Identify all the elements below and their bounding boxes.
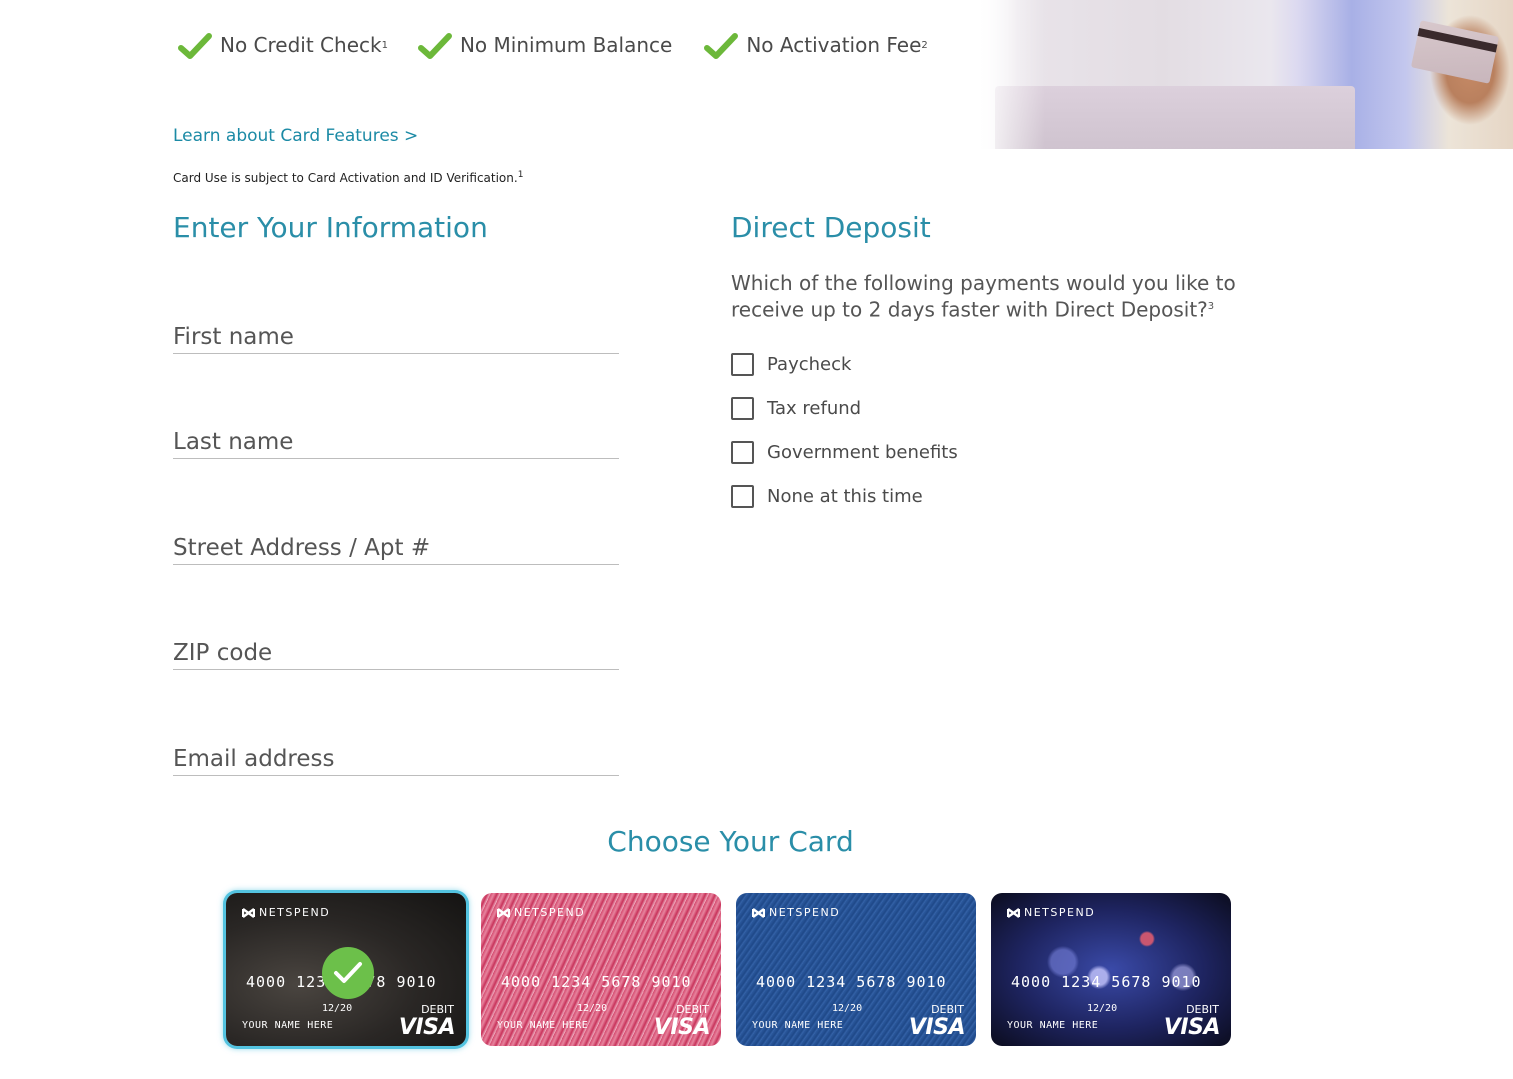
direct-deposit-options: Paycheck Tax refund Government benefits … [731,342,958,518]
first-name-field [173,320,619,354]
street-address-input[interactable] [173,531,619,564]
netspend-logo: NETSPEND [242,906,330,919]
laptop-graphic [995,86,1355,149]
card-number: 4000 1234 5678 9010 [756,973,947,991]
visa-logo: VISA [398,1015,456,1040]
checkbox-label: Tax refund [767,397,862,419]
check-icon [178,33,212,59]
card-number: 4000 1234 5678 9010 [501,973,692,991]
street-address-field [173,531,619,565]
card-expiry: 12/20 [577,1003,608,1014]
netspend-logo: NETSPEND [752,906,840,919]
visa-logo: VISA [1163,1015,1221,1040]
footnote-marker: 2 [921,39,928,51]
netspend-logo-icon [242,907,255,918]
checkbox-paycheck[interactable]: Paycheck [731,342,958,386]
feature-label: No Activation Fee [746,33,922,57]
feature-item: No Minimum Balance [417,30,673,60]
check-icon [704,33,739,59]
checkbox[interactable] [731,440,754,464]
card-holder-name: YOUR NAME HERE [242,1020,334,1031]
last-name-input[interactable] [173,425,619,458]
last-name-field [173,425,619,459]
feature-list: No Credit Check 1 No Minimum Balance No A… [178,30,958,60]
netspend-logo: NETSPEND [1007,906,1095,919]
hero-image [975,0,1513,149]
choose-card-heading: Choose Your Card [607,825,854,858]
learn-card-features-link[interactable]: Learn about Card Features > [173,126,418,146]
check-icon [417,33,452,59]
activation-disclaimer: Card Use is subject to Card Activation a… [173,170,524,185]
checkbox-none[interactable]: None at this time [731,474,958,518]
email-field [173,742,619,776]
feature-label: No Minimum Balance [459,33,673,57]
visa-logo: VISA [653,1015,711,1040]
netspend-logo: NETSPEND [497,906,585,919]
card-holder-name: YOUR NAME HERE [497,1020,589,1031]
card-option-blue[interactable]: NETSPEND 4000 1234 5678 9010 12/20 YOUR … [736,893,976,1046]
card-expiry: 12/20 [1087,1003,1118,1014]
card-option-navy[interactable]: NETSPEND 4000 1234 5678 9010 12/20 YOUR … [991,893,1231,1046]
footnote-marker: 1 [381,39,388,51]
email-input[interactable] [173,742,619,775]
card-option-pink[interactable]: NETSPEND 4000 1234 5678 9010 12/20 YOUR … [481,893,721,1046]
zip-code-field [173,636,619,670]
card-number: 4000 1234 5678 9010 [1011,973,1202,991]
checkbox-tax-refund[interactable]: Tax refund [731,386,958,430]
card-option-black[interactable]: NETSPEND 4000 1234 5678 9010 12/20 YOUR … [226,893,466,1046]
card-holder-name: YOUR NAME HERE [1007,1020,1099,1031]
feature-label: No Credit Check [220,33,382,57]
checkbox[interactable] [731,352,754,376]
card-expiry: 12/20 [832,1003,863,1014]
checkbox-label: None at this time [767,485,923,507]
netspend-logo-icon [497,907,510,918]
first-name-input[interactable] [173,320,619,353]
direct-deposit-heading: Direct Deposit [731,211,931,244]
checkbox-government-benefits[interactable]: Government benefits [731,430,958,474]
enter-info-heading: Enter Your Information [173,211,488,244]
checkbox-label: Paycheck [767,353,852,375]
checkbox-label: Government benefits [767,441,958,463]
card-holder-name: YOUR NAME HERE [752,1020,844,1031]
checkbox[interactable] [731,396,754,420]
netspend-logo-icon [1007,907,1020,918]
card-options: NETSPEND 4000 1234 5678 9010 12/20 YOUR … [226,893,1246,1046]
credit-card-graphic [1410,20,1500,84]
direct-deposit-question: Which of the following payments would yo… [731,271,1236,322]
checkbox[interactable] [731,484,754,508]
feature-item: No Credit Check 1 [178,30,388,60]
footnote-marker: 1 [517,170,524,180]
netspend-logo-icon [752,907,765,918]
selected-check-icon [322,947,374,999]
visa-logo: VISA [908,1015,966,1040]
footnote-marker: 3 [1207,301,1215,312]
feature-item: No Activation Fee 2 [704,30,928,60]
card-expiry: 12/20 [322,1003,353,1014]
zip-code-input[interactable] [173,636,619,669]
